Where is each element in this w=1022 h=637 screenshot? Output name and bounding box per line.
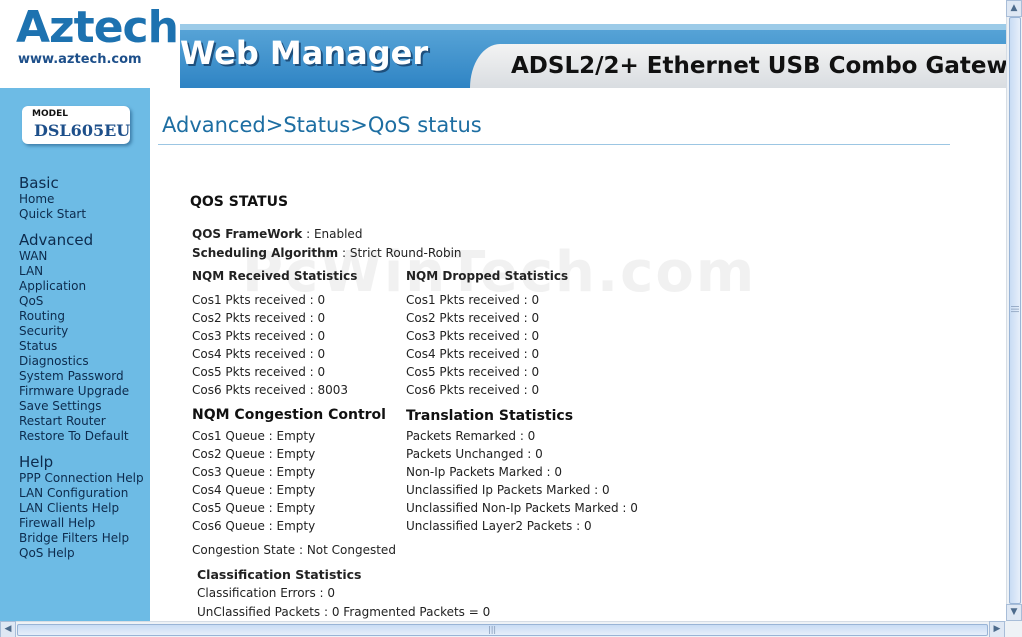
sidebar-item-bridge-filters-help[interactable]: Bridge Filters Help <box>19 531 149 546</box>
framework-label: QOS FrameWork <box>192 227 303 241</box>
translation-remarked: Packets Remarked : 0 <box>406 429 536 443</box>
logo: Aztech www.aztech.com <box>0 0 180 88</box>
dropped-cos4: Cos4 Pkts received : 0 <box>406 347 540 361</box>
sidebar-item-diagnostics[interactable]: Diagnostics <box>19 354 149 369</box>
received-cos3: Cos3 Pkts received : 0 <box>192 329 326 343</box>
sidebar-item-restart-router[interactable]: Restart Router <box>19 414 149 429</box>
received-cos4: Cos4 Pkts received : 0 <box>192 347 326 361</box>
model-badge: MODEL DSL605EU <box>22 106 130 144</box>
scheduling-value: : Strict Round-Robin <box>338 246 462 260</box>
sidebar-item-firewall-help[interactable]: Firewall Help <box>19 516 149 531</box>
vertical-scroll-thumb[interactable]: ||| <box>1009 17 1021 604</box>
product-name: ADSL2/2+ Ethernet USB Combo Gateway <box>511 53 1006 79</box>
congestion-cos3: Cos3 Queue : Empty <box>192 465 316 479</box>
logo-url: www.aztech.com <box>18 52 142 67</box>
sidebar-item-application[interactable]: Application <box>19 279 149 294</box>
received-heading: NQM Received Statistics <box>192 269 358 283</box>
dropped-cos3: Cos3 Pkts received : 0 <box>406 329 540 343</box>
sidebar: MODEL DSL605EU Basic Home Quick Start Ad… <box>0 88 150 621</box>
unclassified-packets: UnClassified Packets : 0 Fragmented Pack… <box>197 605 491 619</box>
section-title: QOS STATUS <box>190 194 289 210</box>
horizontal-scrollbar[interactable]: ◀ ||| ▶ <box>0 621 1006 637</box>
sidebar-item-qos[interactable]: QoS <box>19 294 149 309</box>
sidebar-item-lan-configuration[interactable]: LAN Configuration <box>19 486 149 501</box>
sidebar-item-security[interactable]: Security <box>19 324 149 339</box>
sidebar-item-lan-clients-help[interactable]: LAN Clients Help <box>19 501 149 516</box>
title-divider <box>158 144 950 145</box>
translation-unchanged: Packets Unchanged : 0 <box>406 447 543 461</box>
congestion-cos5: Cos5 Queue : Empty <box>192 501 316 515</box>
nav-group-advanced: Advanced WAN LAN Application QoS Routing… <box>19 231 149 444</box>
received-cos5: Cos5 Pkts received : 0 <box>192 365 326 379</box>
horizontal-scroll-thumb[interactable]: ||| <box>17 624 988 636</box>
nav-heading-help: Help <box>19 453 54 471</box>
sidebar-item-routing[interactable]: Routing <box>19 309 149 324</box>
congestion-cos2: Cos2 Queue : Empty <box>192 447 316 461</box>
sidebar-item-quick-start[interactable]: Quick Start <box>19 207 149 222</box>
app-title: Web Manager <box>180 34 429 72</box>
translation-non-ip-marked: Non-Ip Packets Marked : 0 <box>406 465 563 479</box>
nav-heading-basic: Basic <box>19 174 59 192</box>
translation-unclassified-layer2: Unclassified Layer2 Packets : 0 <box>406 519 592 533</box>
congestion-heading: NQM Congestion Control <box>192 407 386 423</box>
nav-group-help: Help PPP Connection Help LAN Configurati… <box>19 453 149 561</box>
received-cos2: Cos2 Pkts received : 0 <box>192 311 326 325</box>
sidebar-item-system-password[interactable]: System Password <box>19 369 149 384</box>
classification-heading: Classification Statistics <box>197 567 362 582</box>
framework-value: : Enabled <box>302 227 363 241</box>
sidebar-item-home[interactable]: Home <box>19 192 149 207</box>
sidebar-item-lan[interactable]: LAN <box>19 264 149 279</box>
congestion-cos6: Cos6 Queue : Empty <box>192 519 316 533</box>
dropped-cos1: Cos1 Pkts received : 0 <box>406 293 540 307</box>
translation-unclassified-ip: Unclassified Ip Packets Marked : 0 <box>406 483 610 497</box>
sidebar-item-save-settings[interactable]: Save Settings <box>19 399 149 414</box>
sidebar-item-wan[interactable]: WAN <box>19 249 149 264</box>
framework-row: QOS FrameWork : Enabled <box>192 225 362 243</box>
sidebar-nav: Basic Home Quick Start Advanced WAN LAN … <box>19 174 149 570</box>
scroll-left-icon[interactable]: ◀ <box>0 621 16 637</box>
sidebar-item-status[interactable]: Status <box>19 339 149 354</box>
sidebar-item-restore-default[interactable]: Restore To Default <box>19 429 149 444</box>
nav-group-basic: Basic Home Quick Start <box>19 174 149 222</box>
translation-heading: Translation Statistics <box>406 408 574 424</box>
scheduling-row: Scheduling Algorithm : Strict Round-Robi… <box>192 244 462 262</box>
vertical-grip-icon: ||| <box>1011 305 1020 314</box>
scheduling-label: Scheduling Algorithm <box>192 246 339 260</box>
sidebar-item-firmware-upgrade[interactable]: Firmware Upgrade <box>19 384 149 399</box>
dropped-cos2: Cos2 Pkts received : 0 <box>406 311 540 325</box>
horizontal-grip-icon: ||| <box>488 625 497 634</box>
congestion-cos4: Cos4 Queue : Empty <box>192 483 316 497</box>
dropped-heading: NQM Dropped Statistics <box>406 269 569 283</box>
congestion-cos1: Cos1 Queue : Empty <box>192 429 316 443</box>
received-cos6: Cos6 Pkts received : 8003 <box>192 383 349 397</box>
received-cos1: Cos1 Pkts received : 0 <box>192 293 326 307</box>
scroll-up-icon[interactable]: ▲ <box>1006 0 1022 17</box>
page-header: Aztech www.aztech.com Web Manager ADSL2/… <box>0 0 1006 88</box>
dropped-cos6: Cos6 Pkts received : 0 <box>406 383 540 397</box>
vertical-scrollbar[interactable]: ▲ ||| ▼ <box>1006 0 1022 621</box>
model-label: MODEL <box>32 109 68 119</box>
nav-heading-advanced: Advanced <box>19 231 94 249</box>
header-highlight <box>150 24 1006 30</box>
main-content: Advanced>Status>QoS status PcWinTech.com… <box>150 88 1006 621</box>
logo-wordmark: Aztech <box>16 2 179 53</box>
sidebar-item-qos-help[interactable]: QoS Help <box>19 546 149 561</box>
classification-errors: Classification Errors : 0 <box>197 586 336 600</box>
translation-unclassified-non-ip: Unclassified Non-Ip Packets Marked : 0 <box>406 501 638 515</box>
scrollbar-corner <box>1006 621 1022 637</box>
scroll-down-icon[interactable]: ▼ <box>1006 604 1022 621</box>
model-name: DSL605EU <box>34 121 131 140</box>
dropped-cos5: Cos5 Pkts received : 0 <box>406 365 540 379</box>
page-title: Advanced>Status>QoS status <box>162 113 482 137</box>
congestion-state: Congestion State : Not Congested <box>192 543 396 557</box>
scroll-right-icon[interactable]: ▶ <box>989 621 1005 637</box>
sidebar-item-ppp-help[interactable]: PPP Connection Help <box>19 471 149 486</box>
